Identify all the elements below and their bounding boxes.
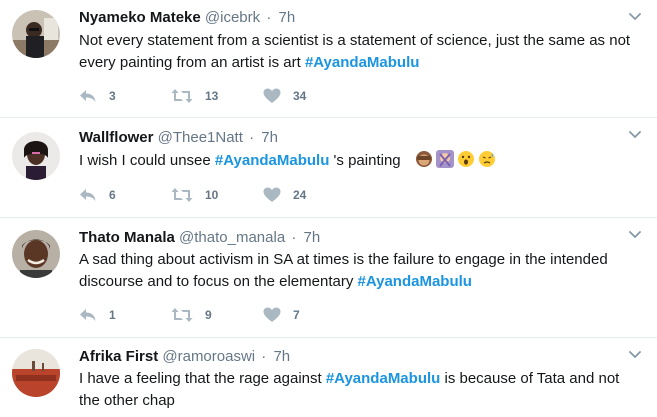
like-button[interactable]: 24	[263, 185, 306, 205]
reply-count: 3	[109, 89, 116, 103]
tweet[interactable]: Nyameko Mateke @icebrk · 7h Not every st…	[0, 0, 657, 118]
like-button[interactable]: 34	[263, 86, 306, 106]
reply-button[interactable]: 3	[79, 86, 116, 106]
display-name[interactable]: Afrika First	[79, 348, 158, 365]
like-count: 24	[293, 188, 307, 202]
tweet-header: Thato Manala @thato_manala · 7h	[79, 228, 320, 248]
retweet-count: 10	[205, 188, 219, 202]
retweet-icon	[171, 187, 193, 203]
chevron-down-icon[interactable]	[627, 8, 643, 24]
woman-gesturing-no-emoji	[435, 150, 454, 168]
hashtag-link[interactable]: #AyandaMabulu	[305, 54, 419, 71]
timestamp[interactable]: 7h	[261, 129, 278, 146]
tweet-text-body: I wish I could unsee	[79, 152, 215, 169]
heart-icon	[263, 307, 281, 323]
astonished-face-emoji	[457, 151, 474, 167]
username[interactable]: @icebrk	[205, 9, 260, 26]
reply-button[interactable]: 1	[79, 305, 116, 325]
separator: ·	[261, 348, 267, 365]
timestamp[interactable]: 7h	[273, 348, 290, 365]
avatar[interactable]	[12, 230, 60, 278]
retweet-button[interactable]: 10	[171, 185, 218, 205]
username[interactable]: @thato_manala	[179, 229, 285, 246]
separator: ·	[266, 9, 272, 26]
tweet-text-body: I have a feeling that the rage against	[79, 370, 326, 387]
chevron-down-icon[interactable]	[627, 346, 643, 362]
tweet-text: A sad thing about activism in SA at time…	[79, 249, 639, 293]
reply-icon	[79, 307, 97, 323]
reply-count: 6	[109, 188, 116, 202]
tweet-header: Afrika First @ramoroaswi · 7h	[79, 347, 290, 367]
tweet-text: Not every statement from a scientist is …	[79, 30, 639, 74]
tweet-text-tail: 's painting	[329, 152, 401, 169]
avatar[interactable]	[12, 10, 60, 58]
tweet[interactable]: Afrika First @ramoroaswi · 7h I have a f…	[0, 338, 657, 417]
heart-icon	[263, 187, 281, 203]
hashtag-link[interactable]: #AyandaMabulu	[215, 152, 329, 169]
tweet[interactable]: Thato Manala @thato_manala · 7h A sad th…	[0, 218, 657, 338]
reply-icon	[79, 88, 97, 104]
like-button[interactable]: 7	[263, 305, 300, 325]
username[interactable]: @Thee1Natt	[158, 129, 243, 146]
username[interactable]: @ramoroaswi	[162, 348, 255, 365]
timestamp[interactable]: 7h	[304, 229, 321, 246]
tweet-text: I have a feeling that the rage against #…	[79, 368, 639, 412]
display-name[interactable]: Thato Manala	[79, 229, 175, 246]
retweet-icon	[171, 88, 193, 104]
like-count: 7	[293, 308, 300, 322]
chevron-down-icon[interactable]	[627, 226, 643, 242]
avatar[interactable]	[12, 349, 60, 397]
retweet-count: 9	[205, 308, 212, 322]
retweet-icon	[171, 307, 193, 323]
reply-button[interactable]: 6	[79, 185, 116, 205]
hashtag-link[interactable]: #AyandaMabulu	[358, 273, 472, 290]
tweet-text: I wish I could unsee #AyandaMabulu 's pa…	[79, 150, 639, 172]
retweet-button[interactable]: 9	[171, 305, 212, 325]
tweet-text-body: A sad thing about activism in SA at time…	[79, 251, 608, 290]
heart-icon	[263, 88, 281, 104]
reply-icon	[79, 187, 97, 203]
retweet-count: 13	[205, 89, 219, 103]
display-name[interactable]: Wallflower	[79, 129, 153, 146]
retweet-button[interactable]: 13	[171, 86, 218, 106]
tweet[interactable]: Wallflower @Thee1Natt · 7h I wish I coul…	[0, 118, 657, 218]
like-count: 34	[293, 89, 307, 103]
tweet-header: Wallflower @Thee1Natt · 7h	[79, 128, 278, 148]
see-no-evil-monkey-emoji	[415, 151, 432, 167]
reply-count: 1	[109, 308, 116, 322]
display-name[interactable]: Nyameko Mateke	[79, 9, 201, 26]
avatar[interactable]	[12, 132, 60, 180]
separator: ·	[291, 229, 297, 246]
hashtag-link[interactable]: #AyandaMabulu	[326, 370, 440, 387]
chevron-down-icon[interactable]	[627, 126, 643, 142]
tweet-header: Nyameko Mateke @icebrk · 7h	[79, 8, 295, 28]
separator: ·	[249, 129, 255, 146]
disappointed-relieved-face-emoji	[478, 151, 495, 167]
timestamp[interactable]: 7h	[279, 9, 296, 26]
